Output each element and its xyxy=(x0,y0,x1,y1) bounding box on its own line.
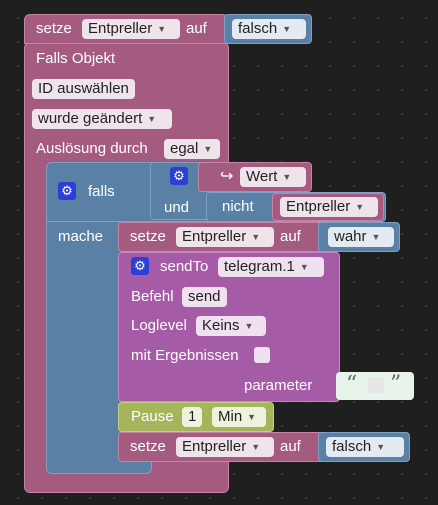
variable-dropdown[interactable]: Entpreller ▼ xyxy=(176,437,274,457)
chevron-down-icon: ▼ xyxy=(371,232,381,242)
text-input[interactable] xyxy=(368,377,384,393)
variable-dropdown[interactable]: Entpreller ▼ xyxy=(82,19,180,39)
variable-dropdown[interactable]: Entpreller ▼ xyxy=(280,197,378,217)
id-select-button[interactable]: ID auswählen xyxy=(32,79,135,99)
chevron-down-icon: ▼ xyxy=(247,412,257,422)
boolean-dropdown[interactable]: wahr ▼ xyxy=(328,227,394,247)
chevron-down-icon: ▼ xyxy=(147,114,157,124)
set-label: setze xyxy=(130,438,166,455)
chevron-down-icon: ▼ xyxy=(282,172,292,182)
instance-dropdown[interactable]: telegram.1 ▼ xyxy=(218,257,324,277)
auf-label: auf xyxy=(280,228,301,245)
gear-icon[interactable]: ⚙ xyxy=(58,182,76,200)
parameter-label: parameter xyxy=(244,377,313,394)
loglevel-dropdown[interactable]: Keins ▼ xyxy=(196,316,266,336)
change-dropdown[interactable]: wurde geändert ▼ xyxy=(32,109,172,129)
befehl-input[interactable]: send xyxy=(182,287,227,307)
results-checkbox[interactable] xyxy=(254,347,270,363)
value-dropdown[interactable]: Wert ▼ xyxy=(240,167,306,187)
gear-icon[interactable]: ⚙ xyxy=(170,167,188,185)
pause-unit-dropdown[interactable]: Min ▼ xyxy=(212,407,266,427)
chevron-down-icon: ▼ xyxy=(251,232,261,242)
trigger-dropdown[interactable]: egal ▼ xyxy=(164,139,220,159)
pause-value-input[interactable]: 1 xyxy=(182,407,203,427)
return-arrow-icon: ↪ xyxy=(220,168,234,185)
und-label: und xyxy=(164,199,190,216)
nicht-label: nicht xyxy=(222,198,254,215)
variable-dropdown[interactable]: Entpreller ▼ xyxy=(176,227,274,247)
loglevel-label: Loglevel xyxy=(131,317,187,334)
chevron-down-icon: ▼ xyxy=(203,144,213,154)
befehl-label: Befehl xyxy=(131,288,174,305)
boolean-dropdown[interactable]: falsch ▼ xyxy=(232,19,306,39)
chevron-down-icon: ▼ xyxy=(244,321,254,331)
chevron-down-icon: ▼ xyxy=(376,442,386,452)
gear-icon[interactable]: ⚙ xyxy=(131,257,149,275)
chevron-down-icon: ▼ xyxy=(282,24,292,34)
quote-icon: “ xyxy=(346,372,358,397)
chevron-down-icon: ▼ xyxy=(355,202,365,212)
trigger-title: Falls Objekt xyxy=(36,50,116,67)
chevron-down-icon: ▼ xyxy=(157,24,167,34)
chevron-down-icon: ▼ xyxy=(251,442,261,452)
auf-label: auf xyxy=(186,20,207,37)
falls-label: falls xyxy=(88,183,115,200)
pause-label: Pause xyxy=(131,408,174,425)
quote-icon: ” xyxy=(390,372,402,397)
mache-label: mache xyxy=(58,228,104,245)
results-label: mit Ergebnissen xyxy=(131,347,239,364)
auf-label: auf xyxy=(280,438,301,455)
sendto-label: sendTo xyxy=(160,258,209,275)
boolean-dropdown[interactable]: falsch ▼ xyxy=(326,437,404,457)
set-label: setze xyxy=(36,20,72,37)
set-label: setze xyxy=(130,228,166,245)
chevron-down-icon: ▼ xyxy=(299,262,309,272)
trigger-label: Auslösung durch xyxy=(36,140,148,157)
